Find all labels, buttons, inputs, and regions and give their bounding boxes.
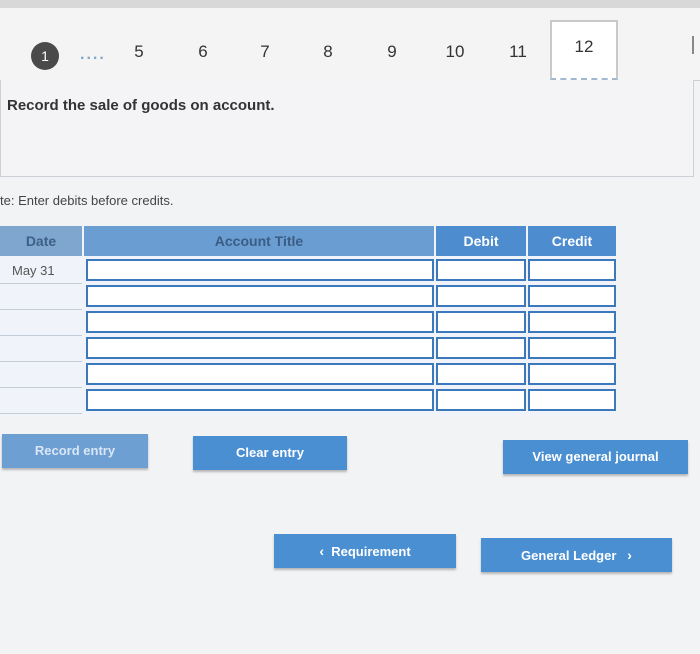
table-row [0,362,616,388]
table-row: May 31 [0,258,616,284]
tab-1[interactable]: 1 [31,42,59,70]
note-text: te: Enter debits before credits. [0,193,174,208]
chevron-right-icon: › [627,547,632,563]
tab-edge [692,36,700,54]
requirement-button[interactable]: ‹ Requirement [274,534,456,568]
tab-7[interactable]: 7 [250,42,280,62]
account-title-input[interactable] [86,363,434,385]
tab-ellipsis: .... [80,46,106,63]
clear-entry-button[interactable]: Clear entry [193,436,347,470]
debit-input[interactable] [436,285,526,307]
account-title-input[interactable] [86,337,434,359]
credit-input[interactable] [528,285,616,307]
header-strip [0,0,700,8]
tab-8[interactable]: 8 [313,42,343,62]
row-date [0,388,82,414]
requirement-label: Requirement [331,544,411,559]
tab-6[interactable]: 6 [188,42,218,62]
debit-input[interactable] [436,311,526,333]
account-title-input[interactable] [86,389,434,411]
debit-input[interactable] [436,337,526,359]
instruction-text: Record the sale of goods on account. [7,97,275,114]
table-row [0,388,616,414]
record-entry-button[interactable]: Record entry [2,434,148,468]
table-row [0,310,616,336]
journal-entry-table: Date Account Title Debit Credit May 31 [0,226,616,416]
instruction-panel: Record the sale of goods on account. [0,80,694,177]
debit-input[interactable] [436,363,526,385]
row-date [0,284,82,310]
account-title-input[interactable] [86,311,434,333]
credit-input[interactable] [528,259,616,281]
account-title-input[interactable] [86,259,434,281]
header-credit: Credit [528,226,616,256]
account-title-input[interactable] [86,285,434,307]
header-date: Date [0,226,82,256]
tab-10[interactable]: 10 [440,42,470,62]
tab-5[interactable]: 5 [124,42,154,62]
debit-input[interactable] [436,389,526,411]
question-tab-bar: 1 .... 5 6 7 8 9 10 11 12 [0,8,700,81]
table-row [0,336,616,362]
tab-12-active[interactable]: 12 [550,20,618,80]
header-account-title: Account Title [84,226,434,256]
view-general-journal-button[interactable]: View general journal [503,440,688,474]
row-date [0,310,82,336]
credit-input[interactable] [528,337,616,359]
credit-input[interactable] [528,389,616,411]
chevron-left-icon: ‹ [319,543,324,559]
row-date [0,336,82,362]
tab-9[interactable]: 9 [377,42,407,62]
credit-input[interactable] [528,363,616,385]
table-row [0,284,616,310]
general-ledger-button[interactable]: General Ledger › [481,538,672,572]
row-date [0,362,82,388]
tab-11[interactable]: 11 [503,42,533,62]
header-debit: Debit [436,226,526,256]
credit-input[interactable] [528,311,616,333]
debit-input[interactable] [436,259,526,281]
row-date: May 31 [0,258,82,284]
general-ledger-label: General Ledger [521,548,617,563]
